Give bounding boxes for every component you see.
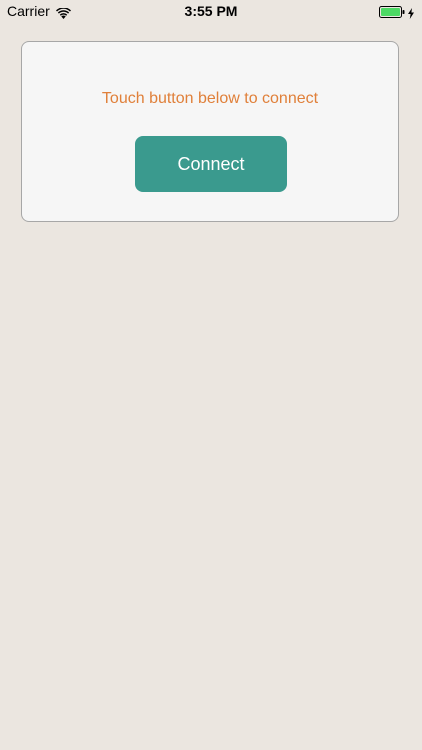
connect-card: Touch button below to connect Connect <box>21 41 399 222</box>
status-time: 3:55 PM <box>184 3 238 19</box>
charging-bolt-icon <box>408 6 414 19</box>
connect-prompt: Touch button below to connect <box>101 90 319 107</box>
battery-icon <box>379 5 405 18</box>
connect-button[interactable]: Connect <box>135 136 287 192</box>
status-bar: Carrier 3:55 PM <box>0 0 422 22</box>
battery-group <box>379 5 414 19</box>
